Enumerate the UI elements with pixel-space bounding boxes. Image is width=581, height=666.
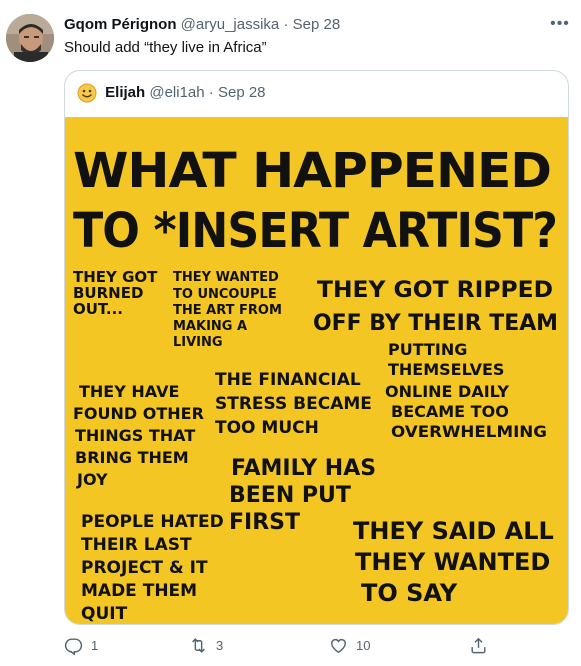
reason-line: TO SAY	[361, 579, 458, 607]
poster-title-line2: TO *INSERT ARTIST?	[73, 203, 557, 259]
retweet-button[interactable]: 3	[189, 633, 223, 657]
quoted-tweet[interactable]: Elijah @eli1ah · Sep 28 WHAT HAPPENED TO…	[64, 70, 569, 625]
reason-uncouple: THEY WANTED TO UNCOUPLE THE ART FROM MAK…	[173, 270, 282, 350]
like-button[interactable]: 10	[329, 633, 370, 657]
share-icon	[471, 637, 486, 653]
reason-financial: THE FINANCIAL STRESS BECAME TOO MUCH	[215, 370, 372, 438]
reason-hated-project: PEOPLE HATED THEIR LAST PROJECT & IT MAD…	[81, 512, 224, 624]
reason-line: ONLINE DAILY	[385, 382, 509, 401]
quoted-date[interactable]: Sep 28	[218, 84, 266, 101]
avatar[interactable]	[6, 14, 54, 62]
reason-ripped-off: THEY GOT RIPPED OFF BY THEIR TEAM	[313, 278, 558, 336]
reason-line: THEIR LAST	[81, 535, 192, 555]
reason-line: FAMILY HAS	[231, 456, 376, 481]
tweet[interactable]: Gqom Pérignon @aryu_jassika · Sep 28 •••…	[0, 0, 581, 666]
reply-button[interactable]: 1	[64, 633, 98, 657]
reason-line: TOO MUCH	[215, 418, 319, 438]
reason-line: STRESS BECAME	[215, 394, 372, 414]
reason-line: THEY GOT RIPPED	[317, 278, 553, 303]
reason-line: BECAME TOO	[391, 402, 509, 421]
reason-line: OUT...	[73, 300, 123, 318]
quoted-separator-dot: ·	[208, 84, 214, 101]
reason-line: THEMSELVES	[388, 360, 504, 379]
like-count: 10	[356, 637, 371, 653]
reply-icon	[64, 637, 83, 655]
reason-line: THINGS THAT	[75, 426, 195, 445]
tweet-text: Should add “they live in Africa”	[64, 39, 267, 56]
retweet-count: 3	[216, 637, 224, 653]
reason-line: OVERWHELMING	[391, 422, 547, 441]
tweet-date[interactable]: Sep 28	[293, 16, 341, 33]
reason-line: THEY HAVE	[79, 382, 179, 401]
reason-line: FOUND OTHER	[73, 404, 204, 423]
tweet-actions: 1 3 10	[64, 633, 569, 657]
reason-online-daily: PUTTING THEMSELVES ONLINE DAILY BECAME T…	[385, 340, 547, 441]
reason-line: PROJECT & IT	[81, 558, 208, 578]
reason-line: MADE THEM	[81, 581, 197, 601]
tweet-header: Gqom Pérignon @aryu_jassika · Sep 28	[64, 15, 541, 35]
reason-other-joy: THEY HAVE FOUND OTHER THINGS THAT BRING …	[73, 382, 204, 489]
reason-line: THE FINANCIAL	[215, 370, 361, 390]
reason-line: PUTTING	[388, 340, 467, 359]
poster-image[interactable]: WHAT HAPPENED TO *INSERT ARTIST? THEY GO…	[65, 117, 568, 624]
poster-canvas: WHAT HAPPENED TO *INSERT ARTIST? THEY GO…	[73, 143, 558, 624]
reason-line: BEEN PUT	[229, 483, 351, 508]
share-button[interactable]	[469, 633, 488, 657]
poster-title-line1: WHAT HAPPENED	[73, 143, 551, 199]
quoted-author-handle[interactable]: @eli1ah	[149, 84, 204, 101]
reason-line: QUIT	[81, 604, 128, 624]
reason-line: OFF BY THEIR TEAM	[313, 311, 558, 336]
reason-burned-out: THEY GOT BURNED OUT...	[73, 268, 158, 318]
reason-line: THEY SAID ALL	[353, 517, 554, 545]
quoted-author-name[interactable]: Elijah	[105, 84, 145, 101]
reason-line: THEY WANTED	[173, 270, 279, 285]
more-icon[interactable]: •••	[548, 14, 572, 34]
separator-dot: ·	[283, 16, 289, 33]
reason-line: LIVING	[173, 335, 223, 350]
author-name[interactable]: Gqom Pérignon	[64, 16, 177, 33]
reason-line: THE ART FROM	[173, 303, 282, 318]
smiley-emoji	[77, 83, 97, 103]
avatar-photo	[6, 14, 54, 62]
reason-line: FIRST	[229, 510, 300, 535]
reason-said-all: THEY SAID ALL THEY WANTED TO SAY	[353, 517, 554, 607]
retweet-icon	[192, 637, 205, 653]
reason-line: MAKING A	[173, 319, 247, 334]
heart-icon	[331, 638, 346, 653]
reason-line: BRING THEM	[75, 448, 189, 467]
reason-line: TO UNCOUPLE	[173, 287, 277, 302]
reason-line: THEY WANTED	[355, 548, 550, 576]
author-handle[interactable]: @aryu_jassika	[181, 16, 280, 33]
reason-line: JOY	[76, 470, 108, 489]
reason-line: PEOPLE HATED	[81, 512, 224, 532]
quoted-tweet-header: Elijah @eli1ah · Sep 28	[77, 83, 266, 103]
reply-count: 1	[91, 637, 99, 653]
